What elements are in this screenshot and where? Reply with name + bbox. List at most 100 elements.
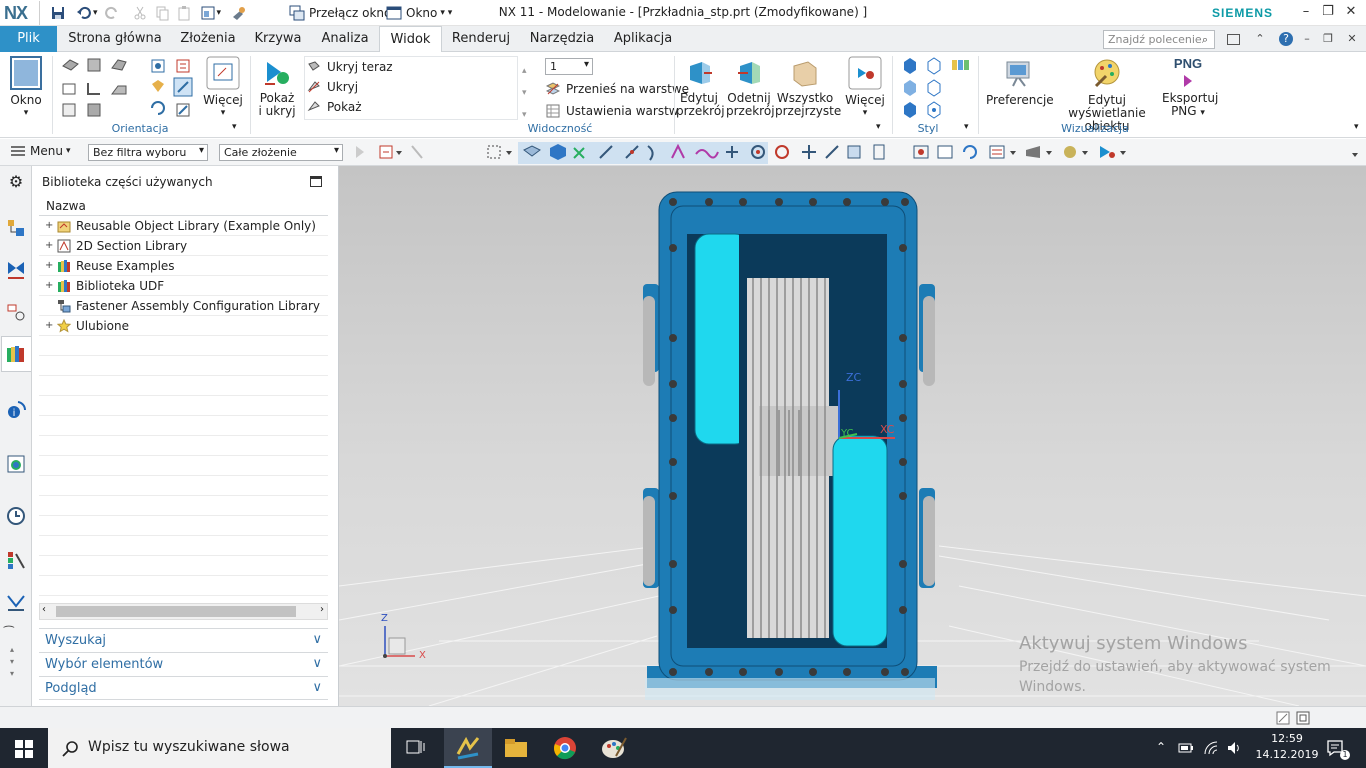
restore-button[interactable]: ❐ xyxy=(1318,4,1338,22)
layer-settings-button[interactable]: Ustawienia warstw xyxy=(546,101,679,121)
tree-row[interactable]: + Ulubione xyxy=(39,316,328,336)
visibility-group-expand-icon[interactable]: ▾ xyxy=(876,122,881,132)
hide-now-item[interactable]: Ukryj teraz xyxy=(305,57,517,77)
selection-status-icon[interactable] xyxy=(1276,711,1290,725)
expand-plus-icon[interactable]: + xyxy=(45,280,53,291)
hd3d-tools-icon[interactable]: i xyxy=(6,400,26,420)
clip-section-button[interactable]: Odetnij przekrój xyxy=(726,58,775,118)
wireframe-icon[interactable] xyxy=(904,80,916,96)
file-explorer-icon[interactable] xyxy=(502,734,530,762)
all-transparent-button[interactable]: Wszystko przejrzyste xyxy=(775,58,841,118)
search-section[interactable]: Wyszukaj ∨ xyxy=(39,628,328,652)
tree-row[interactable]: + Reuse Examples xyxy=(39,256,328,276)
scroll-left-icon[interactable]: ‹ xyxy=(42,604,46,615)
expand-plus-icon[interactable]: + xyxy=(45,220,53,231)
tab-analysis[interactable]: Analiza xyxy=(314,26,376,52)
show-hide-tb-icon[interactable] xyxy=(1100,146,1115,158)
rotate-view-icon[interactable] xyxy=(963,145,977,159)
window-layout-icon[interactable] xyxy=(200,5,216,21)
zoom-window-icon[interactable] xyxy=(937,145,953,159)
scroll-right-icon[interactable]: › xyxy=(320,604,324,615)
toolbar-options-icon[interactable] xyxy=(1352,153,1358,157)
member-select-section[interactable]: Wybór elementów ∨ xyxy=(39,652,328,676)
fit-view-icon[interactable] xyxy=(913,145,929,159)
bounded-grid-icon[interactable] xyxy=(847,145,861,159)
help-icon[interactable]: ? xyxy=(1279,32,1293,46)
edit-section-button[interactable]: Edytuj przekrój xyxy=(676,58,725,118)
collapse-ribbon-icon[interactable]: ⌃ xyxy=(1253,32,1267,46)
render-style-icon[interactable] xyxy=(989,145,1005,159)
doc-close-icon[interactable]: ✕ xyxy=(1345,32,1359,46)
point-on-curve-icon[interactable] xyxy=(802,145,816,159)
select-dropdown-icon[interactable] xyxy=(396,151,402,155)
window-menu-button[interactable]: Okno ▾ ▾ xyxy=(386,4,452,22)
view-back-icon[interactable] xyxy=(87,103,101,117)
assembly-navigator-icon[interactable] xyxy=(6,218,26,238)
view-left-icon[interactable] xyxy=(87,83,100,95)
preferences-button[interactable]: Preferencje xyxy=(986,56,1054,107)
minimize-button[interactable]: – xyxy=(1296,4,1316,22)
layout-dropdown-icon[interactable]: ▾ xyxy=(217,8,222,18)
expand-plus-icon[interactable]: + xyxy=(45,320,53,331)
doc-restore-icon[interactable]: ❐ xyxy=(1321,32,1335,46)
view-isometric-icon[interactable] xyxy=(111,59,127,71)
maximize-panel-icon[interactable] xyxy=(310,176,322,187)
hidden-edges-icon[interactable] xyxy=(927,79,941,97)
tree-row[interactable]: + Biblioteka UDF xyxy=(39,276,328,296)
tab-curve[interactable]: Krzywa xyxy=(249,26,307,52)
selection-filter-select[interactable]: Bez filtra wyboru xyxy=(88,144,208,161)
part-navigator-icon[interactable] xyxy=(6,302,26,322)
render-dropdown-icon[interactable] xyxy=(1010,151,1016,155)
search-icon[interactable]: ⌕ xyxy=(1198,33,1212,47)
ribbon-expand-icon[interactable]: ▾ xyxy=(1354,122,1359,132)
tray-expand-icon[interactable]: ⌃ xyxy=(1156,740,1166,754)
orientation-group-expand-icon[interactable]: ▾ xyxy=(232,122,237,132)
face-analysis-icon[interactable] xyxy=(927,101,941,119)
tab-view[interactable]: Widok xyxy=(379,26,442,53)
zoom-icon[interactable] xyxy=(176,59,190,73)
material-dropdown-icon[interactable] xyxy=(1082,151,1088,155)
selection-scope-select[interactable]: Całe złożenie xyxy=(219,144,343,161)
fullscreen-icon[interactable] xyxy=(1227,34,1240,45)
tree-row[interactable]: Fastener Assembly Configuration Library xyxy=(39,296,328,316)
graphics-window[interactable]: ZC YC XC Z X Aktywuj system Windows Prze… xyxy=(339,166,1366,706)
windows-start-icon[interactable] xyxy=(15,740,33,758)
tab-render[interactable]: Renderuj xyxy=(446,26,516,52)
battery-icon[interactable] xyxy=(1178,741,1194,755)
volume-icon[interactable] xyxy=(1226,740,1242,756)
view-right-icon[interactable] xyxy=(111,85,127,95)
show-hide-dropdown-icon[interactable] xyxy=(1120,151,1126,155)
point-on-face-icon[interactable] xyxy=(825,145,839,159)
cut-icon[interactable] xyxy=(132,5,148,21)
fullscreen-status-icon[interactable] xyxy=(1296,711,1310,725)
system-materials-icon[interactable] xyxy=(6,550,26,570)
rotate-icon[interactable] xyxy=(151,101,165,115)
quadrant-icon[interactable] xyxy=(775,145,789,159)
tab-home[interactable]: Strona główna xyxy=(64,26,166,52)
scrollbar-thumb[interactable] xyxy=(56,606,296,617)
move-to-layer-button[interactable]: Przenieś na warstwę xyxy=(546,79,689,99)
undo-dropdown-icon[interactable]: ▾ xyxy=(93,8,98,18)
general-select-icon[interactable] xyxy=(411,145,423,159)
hide-item[interactable]: Ukryj xyxy=(305,77,517,97)
view-front-icon[interactable] xyxy=(87,58,101,72)
redo-icon[interactable] xyxy=(104,5,120,21)
rail-scroll-icon[interactable]: ▴ ▾ ▾ xyxy=(10,644,14,680)
show-item[interactable]: Pokaż xyxy=(305,97,517,117)
tab-assemblies[interactable]: Złożenia xyxy=(174,26,242,52)
column-header-name[interactable]: Nazwa xyxy=(39,196,328,216)
menu-button[interactable]: Menu ▾ xyxy=(10,144,70,158)
shaded-edges-icon[interactable] xyxy=(904,58,916,74)
copy-icon[interactable] xyxy=(154,5,170,21)
doc-minimize-icon[interactable]: – xyxy=(1300,32,1314,46)
expand-plus-icon[interactable]: + xyxy=(45,240,53,251)
tree-row[interactable]: +2D Section Library xyxy=(39,236,328,256)
web-browser-icon[interactable] xyxy=(6,454,26,474)
box-select-icon[interactable] xyxy=(487,145,501,159)
paint-icon[interactable] xyxy=(600,734,628,762)
settings-gear-icon[interactable]: ⚙ xyxy=(6,172,26,192)
camera-dropdown-icon[interactable] xyxy=(1046,151,1052,155)
snap-settings-icon[interactable] xyxy=(356,146,364,158)
more-orientation-button[interactable]: Więcej ▾ xyxy=(202,56,244,120)
tab-file[interactable]: Plik xyxy=(0,26,57,52)
